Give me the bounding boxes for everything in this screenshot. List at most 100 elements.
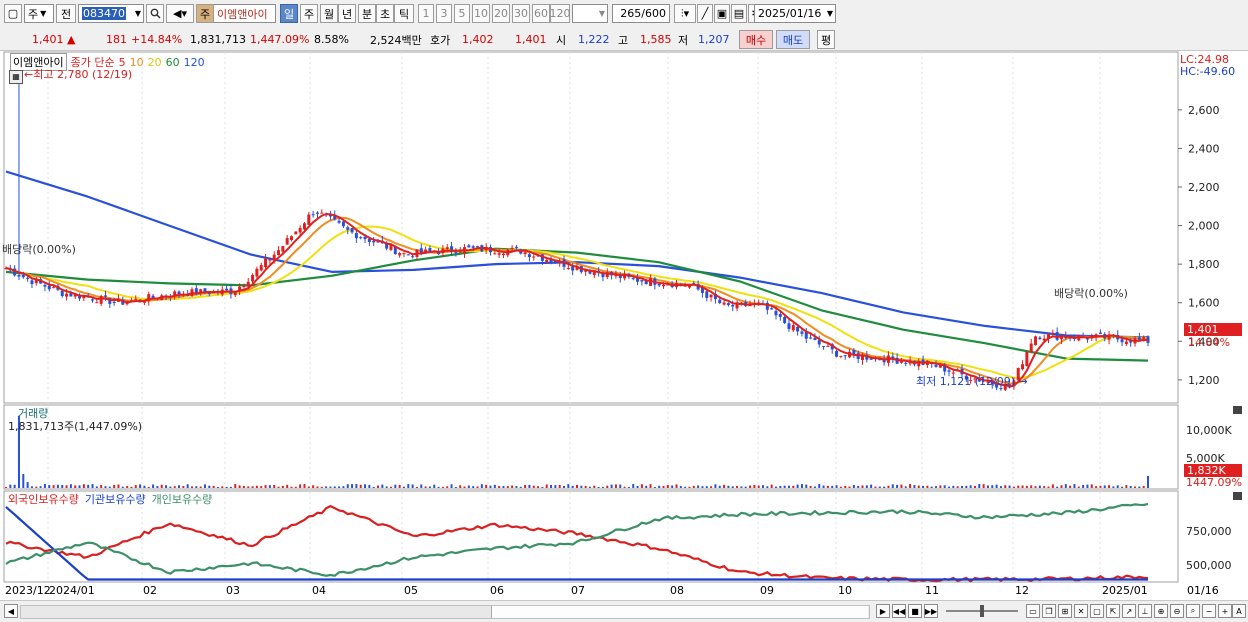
tick-1[interactable]: 1 bbox=[418, 4, 434, 23]
screenshot-icon[interactable]: ▣ bbox=[714, 4, 730, 23]
market-select[interactable]: 주 ▼ bbox=[24, 4, 54, 23]
type-button[interactable]: 전 bbox=[56, 4, 76, 23]
candle-body bbox=[43, 284, 47, 287]
grid-toggle-icon[interactable]: ▦ bbox=[9, 70, 23, 84]
rect-icon[interactable]: ▢ bbox=[1090, 604, 1104, 618]
volume-bar bbox=[1056, 486, 1059, 488]
count-input[interactable]: 265 /600 bbox=[612, 4, 670, 23]
volume-bar bbox=[550, 484, 553, 488]
date-input[interactable]: 2025/01/16 ▼ bbox=[754, 4, 836, 23]
scrollbar-track[interactable] bbox=[20, 605, 870, 619]
zoom-slider-handle[interactable] bbox=[980, 605, 984, 617]
zoom-slider[interactable] bbox=[946, 605, 1018, 617]
candle-type-icon[interactable]: ⫶▾ bbox=[674, 4, 696, 23]
tick-120[interactable]: 120 bbox=[550, 4, 571, 23]
scroll-left-icon[interactable]: ◀ bbox=[4, 604, 18, 618]
window-icon[interactable]: ▢ bbox=[4, 4, 22, 23]
layout-icon[interactable]: ▭ bbox=[1026, 604, 1040, 618]
candle-body bbox=[778, 314, 782, 317]
volume-bar bbox=[476, 486, 479, 488]
volume-bar bbox=[95, 486, 98, 488]
candle-body bbox=[817, 340, 821, 345]
volume-bar bbox=[528, 484, 531, 488]
cross-icon[interactable]: ✕ bbox=[1074, 604, 1088, 618]
scroll-right-icon[interactable]: ▶ bbox=[876, 604, 890, 618]
candle-body bbox=[207, 293, 211, 295]
tick-60[interactable]: 60 bbox=[532, 4, 550, 23]
volume-bar bbox=[960, 485, 963, 488]
candle-body bbox=[718, 299, 722, 304]
fit-icon[interactable]: ⇱ bbox=[1106, 604, 1120, 618]
fast-forward-icon[interactable]: ▶▶ bbox=[924, 604, 938, 618]
volume-bar bbox=[325, 486, 328, 488]
candle-body bbox=[99, 296, 103, 304]
period-month[interactable]: 월 bbox=[320, 4, 338, 23]
sell-button[interactable]: 매도 bbox=[776, 30, 810, 49]
eval-button[interactable]: 평 bbox=[817, 30, 835, 49]
y-tick-label: 2,000 bbox=[1188, 220, 1220, 233]
holding-close-icon[interactable] bbox=[1233, 492, 1242, 500]
tick-custom-select[interactable]: ▼ bbox=[572, 4, 608, 23]
candle-body bbox=[476, 246, 480, 248]
count-value: 265 bbox=[620, 7, 642, 20]
search-icon[interactable] bbox=[146, 4, 164, 23]
high-annotation-text: 최고 2,780 (12/19) bbox=[33, 68, 133, 81]
candle-body bbox=[705, 291, 709, 298]
stop-icon[interactable]: ■ bbox=[908, 604, 922, 618]
candle-body bbox=[298, 227, 302, 233]
volume-bar bbox=[1129, 485, 1132, 488]
tick-10[interactable]: 10 bbox=[472, 4, 490, 23]
volume-bar bbox=[511, 485, 514, 488]
tick-3[interactable]: 3 bbox=[436, 4, 452, 23]
x-axis: 2023/12 2024/01 02 03 04 05 06 07 08 09 … bbox=[0, 582, 1248, 600]
volume-bar bbox=[216, 486, 219, 488]
candle-body bbox=[839, 355, 843, 357]
save-icon[interactable]: ▤ bbox=[731, 4, 747, 23]
tick-20[interactable]: 20 bbox=[492, 4, 510, 23]
volume-bar bbox=[671, 485, 674, 488]
tick-5[interactable]: 5 bbox=[454, 4, 470, 23]
candle-body bbox=[631, 278, 635, 280]
speaker-icon[interactable]: ◀▾ bbox=[166, 4, 194, 23]
scrollbar-thumb[interactable] bbox=[491, 606, 868, 618]
zoom-out-icon[interactable]: ⊖ bbox=[1170, 604, 1184, 618]
volume-close-icon[interactable] bbox=[1233, 406, 1242, 414]
zoom-in-icon[interactable]: ⊕ bbox=[1154, 604, 1168, 618]
plus-icon[interactable]: + bbox=[1218, 604, 1232, 618]
period-year[interactable]: 년 bbox=[338, 4, 356, 23]
calendar-dropdown-icon: ▼ bbox=[826, 9, 833, 18]
draw-tool-icon[interactable]: ╱ bbox=[697, 4, 713, 23]
volume-bar bbox=[398, 485, 401, 488]
candle-body bbox=[523, 252, 527, 255]
volume-bar bbox=[839, 486, 842, 488]
candle-body bbox=[1120, 339, 1124, 343]
volume-bar bbox=[749, 485, 752, 488]
volume-bar bbox=[1025, 485, 1028, 488]
volume-bar bbox=[766, 486, 769, 488]
volume-bar bbox=[1012, 486, 1015, 488]
arrow-icon[interactable]: ↗ bbox=[1122, 604, 1136, 618]
pin-icon[interactable]: ⊥ bbox=[1138, 604, 1152, 618]
volume-bar bbox=[485, 484, 488, 488]
period-minute[interactable]: 분 bbox=[358, 4, 376, 23]
x-label: 02 bbox=[143, 584, 157, 597]
search-icon[interactable]: ⌕ bbox=[1186, 604, 1200, 618]
chart-canvas[interactable]: 1,2001,4001,6001,8002,0002,2002,4002,600… bbox=[0, 51, 1248, 601]
fast-back-icon[interactable]: ◀◀ bbox=[892, 604, 906, 618]
text-icon[interactable]: A bbox=[1232, 604, 1246, 618]
code-input[interactable]: 083470 ▼ bbox=[78, 4, 144, 23]
volume-bar bbox=[1142, 486, 1145, 488]
period-tick[interactable]: 틱 bbox=[394, 4, 414, 23]
period-day[interactable]: 일 bbox=[280, 4, 298, 23]
tick-30[interactable]: 30 bbox=[512, 4, 530, 23]
split-icon[interactable]: ⊞ bbox=[1058, 604, 1072, 618]
period-week[interactable]: 주 bbox=[300, 4, 318, 23]
copy-icon[interactable]: ❐ bbox=[1042, 604, 1056, 618]
buy-button[interactable]: 매수 bbox=[739, 30, 773, 49]
turnover-rate: 8.58% bbox=[314, 33, 349, 46]
minus-icon[interactable]: − bbox=[1202, 604, 1216, 618]
volume-bar bbox=[653, 486, 656, 488]
volume-bar bbox=[364, 484, 367, 488]
period-second[interactable]: 초 bbox=[376, 4, 394, 23]
volume-bar bbox=[1047, 486, 1050, 488]
